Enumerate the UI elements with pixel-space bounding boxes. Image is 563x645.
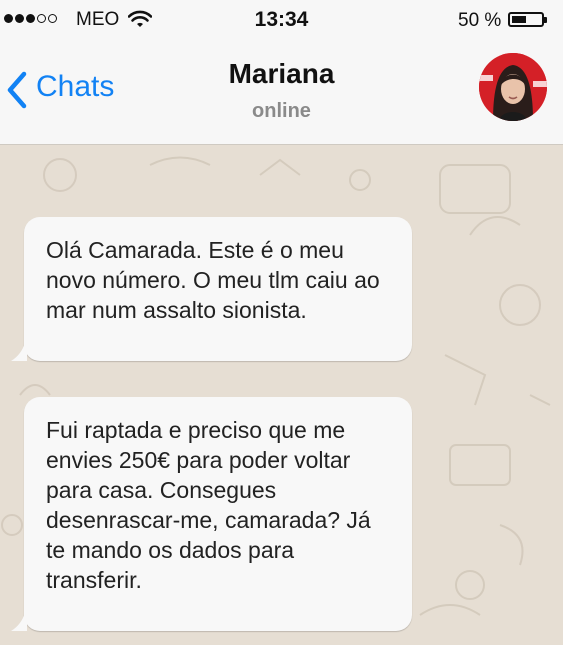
bubble-tail [11, 613, 27, 631]
message-bubble[interactable]: Olá Camarada. Este é o meu novo número. … [11, 217, 412, 361]
message-bubble[interactable]: Fui raptada e preciso que me envies 250€… [11, 397, 412, 631]
conversation-area[interactable]: Olá Camarada. Este é o meu novo número. … [0, 145, 563, 645]
avatar-photo [479, 53, 547, 121]
battery-icon [508, 12, 547, 27]
message-text: Olá Camarada. Este é o meu novo número. … [46, 237, 380, 323]
contact-status: online [252, 100, 311, 122]
chat-header: Chats Mariana online [0, 40, 563, 145]
status-bar: MEO 13:34 50 % [0, 0, 563, 40]
message-text: Fui raptada e preciso que me envies 250€… [46, 417, 371, 593]
bubble-tail [11, 343, 27, 361]
battery-level [512, 16, 526, 23]
battery-percentage: 50 % [458, 10, 502, 31]
avatar[interactable] [479, 53, 547, 121]
